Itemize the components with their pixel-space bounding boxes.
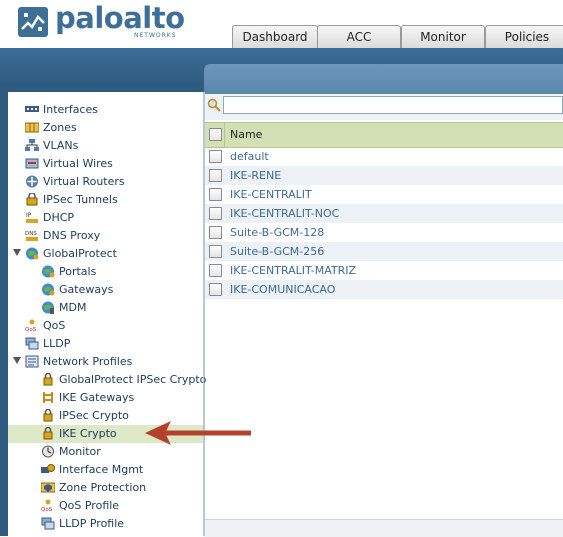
virtual-wires-icon xyxy=(25,158,39,169)
table-row[interactable]: default xyxy=(204,147,563,166)
select-all-checkbox[interactable] xyxy=(209,128,222,141)
mdm-icon xyxy=(42,301,54,314)
tree-item-lldp[interactable]: LLDP xyxy=(8,335,204,353)
tab-monitor[interactable]: Monitor xyxy=(401,25,485,48)
lock-icon xyxy=(43,409,53,422)
row-checkbox[interactable] xyxy=(209,226,222,239)
virtual-routers-icon xyxy=(26,175,38,188)
table-row[interactable]: Suite-B-GCM-128 xyxy=(204,223,563,242)
row-name-link[interactable]: default xyxy=(230,147,269,166)
network-nav-tree: Interfaces Zones VLANs Virtual Wires Vir… xyxy=(8,92,206,536)
tree-item-portals[interactable]: Portals xyxy=(8,263,204,281)
filter-bar xyxy=(204,94,563,120)
tree-item-interfaces[interactable]: Interfaces xyxy=(8,101,204,119)
brand-name: paloalto xyxy=(55,1,185,35)
portals-icon xyxy=(42,265,55,278)
panel-header xyxy=(204,64,563,94)
row-name-link[interactable]: IKE-CENTRALIT xyxy=(230,185,312,204)
row-checkbox[interactable] xyxy=(209,188,222,201)
row-name-link[interactable]: IKE-CENTRALIT-MATRIZ xyxy=(230,261,356,280)
interfaces-icon xyxy=(25,106,39,112)
table-row[interactable]: Suite-B-GCM-256 xyxy=(204,242,563,261)
ike-crypto-panel: Name default IKE-RENE IKE-CENTRALIT IKE-… xyxy=(204,94,563,536)
svg-text:DNS: DNS xyxy=(25,231,37,237)
annotation-arrow-icon xyxy=(145,421,251,445)
tree-item-qos[interactable]: QoS QoS xyxy=(8,317,204,335)
tree-item-mdm[interactable]: MDM xyxy=(8,299,204,317)
tree-item-virtual-routers[interactable]: Virtual Routers xyxy=(8,173,204,191)
interface-mgmt-icon xyxy=(41,464,55,473)
row-checkbox[interactable] xyxy=(209,207,222,220)
tree-item-dns-proxy[interactable]: DNS DNS Proxy xyxy=(8,227,204,245)
ike-gateways-icon xyxy=(43,392,53,403)
row-checkbox[interactable] xyxy=(209,245,222,258)
svg-text:QoS: QoS xyxy=(25,327,37,332)
top-header: paloalto NETWORKS Dashboard ACC Monitor … xyxy=(0,0,563,48)
row-name-link[interactable]: IKE-COMUNICACAO xyxy=(230,280,335,299)
name-column-header[interactable]: Name xyxy=(230,128,262,141)
tree-item-vlans[interactable]: VLANs xyxy=(8,137,204,155)
row-name-link[interactable]: IKE-RENE xyxy=(230,166,281,185)
globalprotect-icon xyxy=(26,247,39,260)
row-checkbox[interactable] xyxy=(209,283,222,296)
svg-text:QoS: QoS xyxy=(41,507,53,512)
lock-icon xyxy=(43,427,53,440)
monitor-icon xyxy=(42,445,54,458)
column-divider xyxy=(224,123,225,147)
tree-item-zones[interactable]: Zones xyxy=(8,119,204,137)
svg-text:IP: IP xyxy=(26,212,32,219)
tree-item-ike-gateways[interactable]: IKE Gateways xyxy=(8,389,204,407)
filter-input[interactable] xyxy=(223,96,563,114)
tree-item-qos-profile[interactable]: QoS QoS Profile xyxy=(8,497,204,515)
row-name-link[interactable]: IKE-CENTRALIT-NOC xyxy=(230,204,339,223)
qos-icon: QoS xyxy=(25,319,37,332)
row-checkbox[interactable] xyxy=(209,169,222,182)
table-row[interactable]: IKE-RENE xyxy=(204,166,563,185)
tab-policies[interactable]: Policies xyxy=(485,25,563,48)
lldp-icon xyxy=(25,337,39,350)
row-checkbox[interactable] xyxy=(209,264,222,277)
tree-item-dhcp[interactable]: IP DHCP xyxy=(8,209,204,227)
gateways-icon xyxy=(42,283,55,296)
paloalto-logo-icon xyxy=(18,7,48,37)
tree-item-gateways[interactable]: Gateways xyxy=(8,281,204,299)
tab-dashboard[interactable]: Dashboard xyxy=(232,25,318,48)
expand-arrow-icon[interactable] xyxy=(13,249,21,256)
table-row[interactable]: IKE-CENTRALIT-MATRIZ xyxy=(204,261,563,280)
table-row[interactable]: IKE-CENTRALIT xyxy=(204,185,563,204)
search-icon xyxy=(207,98,221,112)
row-name-link[interactable]: Suite-B-GCM-128 xyxy=(230,223,324,242)
tree-item-interface-mgmt[interactable]: Interface Mgmt xyxy=(8,461,204,479)
lock-icon xyxy=(43,373,53,386)
zone-protection-icon xyxy=(41,482,55,493)
panel-footer xyxy=(204,519,563,537)
tree-item-virtual-wires[interactable]: Virtual Wires xyxy=(8,155,204,173)
dns-proxy-icon: DNS xyxy=(25,231,38,241)
row-checkbox[interactable] xyxy=(209,150,222,163)
network-profiles-icon xyxy=(25,355,39,368)
tree-item-network-profiles[interactable]: Network Profiles xyxy=(8,353,204,371)
qos-profile-icon: QoS xyxy=(41,499,53,512)
tree-item-globalprotect-ipsec-crypto[interactable]: GlobalProtect IPSec Crypto xyxy=(8,371,206,389)
tree-divider xyxy=(203,92,204,536)
tree-item-zone-protection[interactable]: Zone Protection xyxy=(8,479,204,497)
dhcp-icon: IP xyxy=(26,212,38,223)
zones-icon xyxy=(25,122,39,133)
grid-header: Name xyxy=(204,122,563,148)
ipsec-tunnels-icon xyxy=(26,193,38,206)
expand-arrow-icon[interactable] xyxy=(13,357,21,364)
table-row[interactable]: IKE-CENTRALIT-NOC xyxy=(204,204,563,223)
tree-item-lldp-profile[interactable]: LLDP Profile xyxy=(8,515,204,533)
row-name-link[interactable]: Suite-B-GCM-256 xyxy=(230,242,324,261)
brand-subtitle: NETWORKS xyxy=(134,32,177,39)
tab-acc[interactable]: ACC xyxy=(317,25,401,48)
tree-item-globalprotect[interactable]: GlobalProtect xyxy=(8,245,204,263)
tree-item-ipsec-tunnels[interactable]: IPSec Tunnels xyxy=(8,191,204,209)
lldp-profile-icon xyxy=(41,517,55,530)
vlans-icon xyxy=(25,139,39,151)
table-row[interactable]: IKE-COMUNICACAO xyxy=(204,280,563,299)
